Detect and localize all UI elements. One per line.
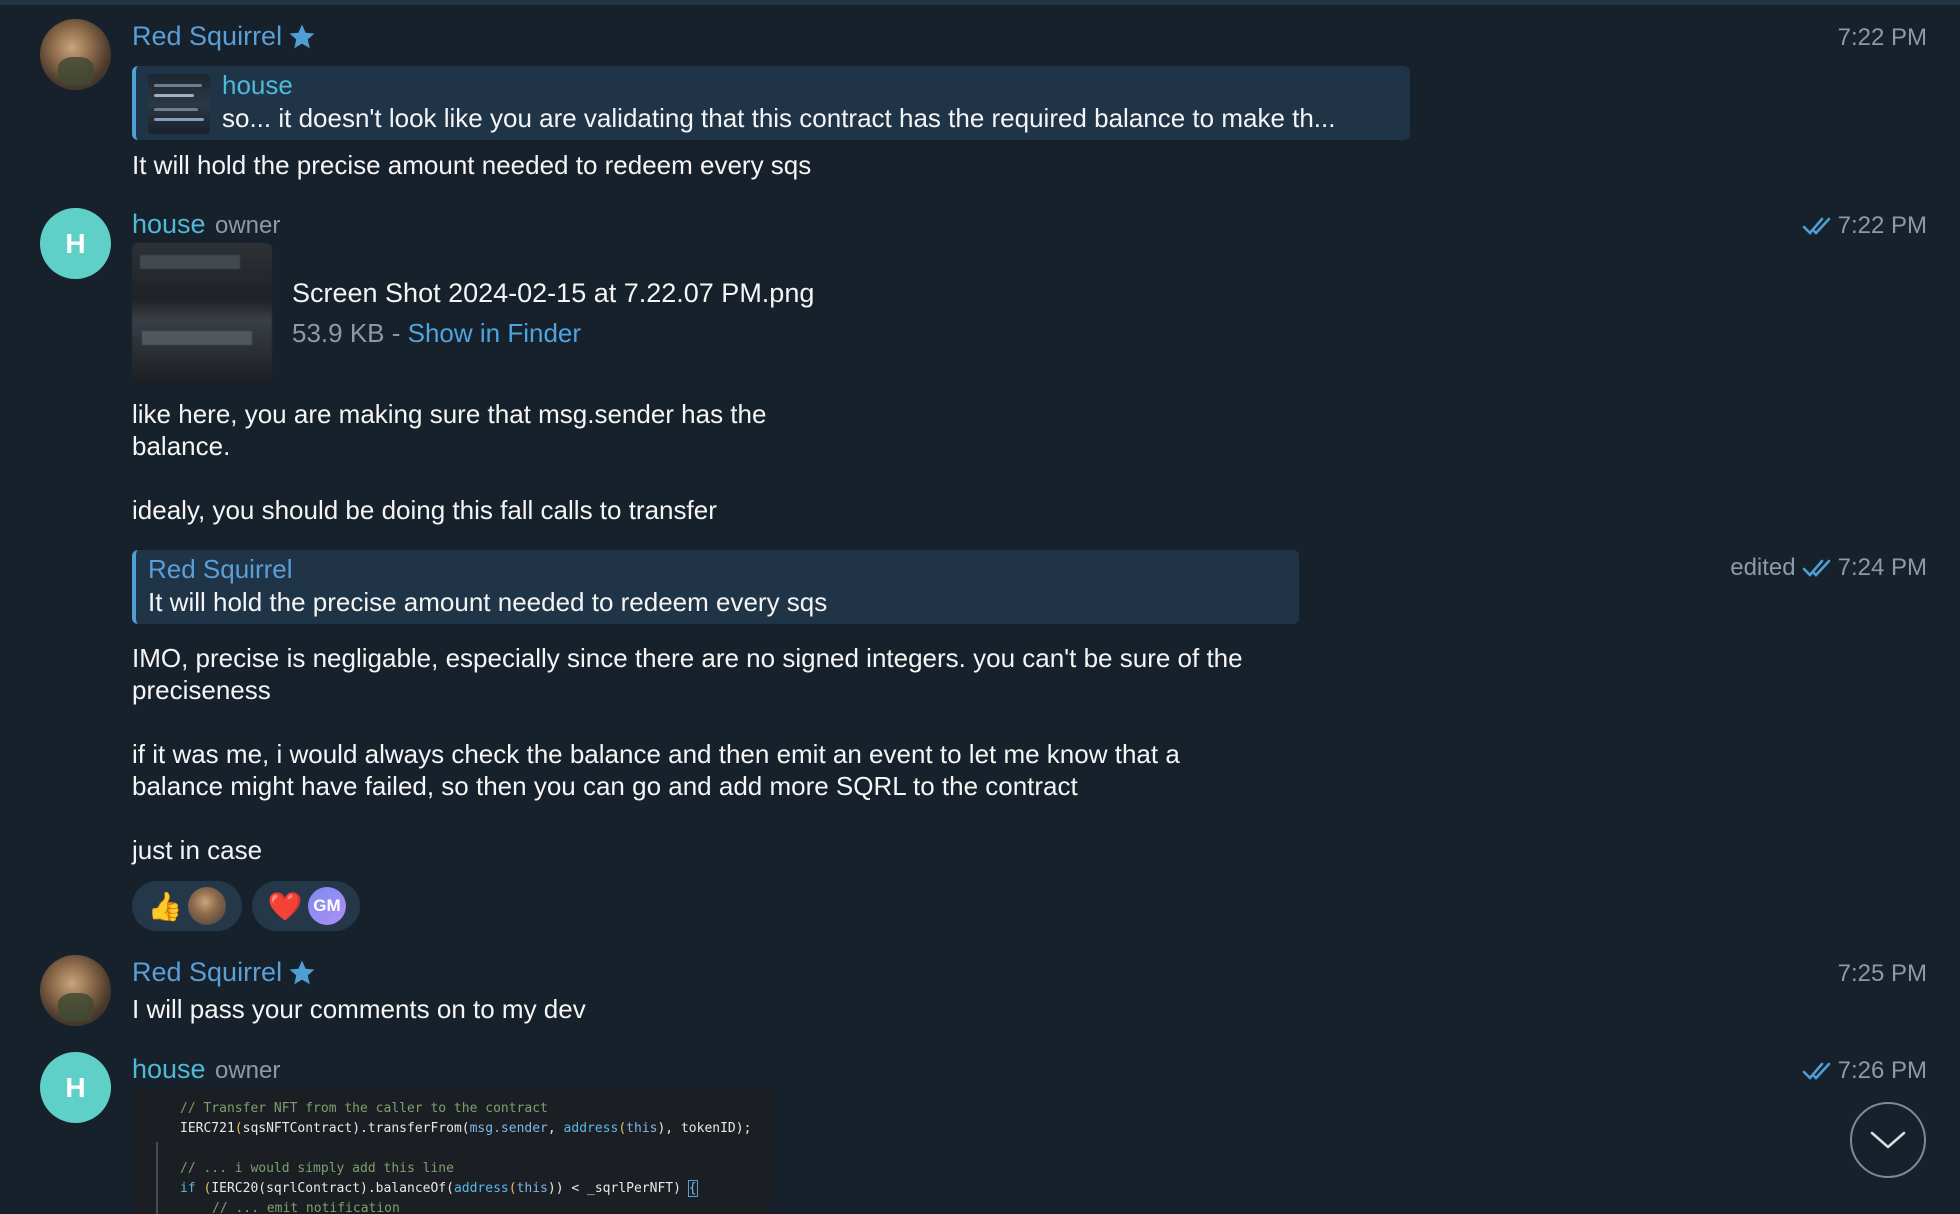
- avatar-house[interactable]: H: [40, 1052, 111, 1123]
- time-label: 7:22 PM: [1837, 212, 1927, 239]
- code-line: if (IERC20(sqrlContract).balanceOf(addre…: [180, 1180, 698, 1197]
- reply-text: so... it doesn't look like you are valid…: [222, 103, 1336, 133]
- chevron-down-icon: [1870, 1131, 1906, 1149]
- avatar-red-squirrel[interactable]: [40, 955, 111, 1026]
- file-meta: 53.9 KB - Show in Finder: [292, 318, 581, 349]
- edited-label: edited: [1730, 554, 1796, 581]
- role-badge: owner: [215, 1057, 281, 1084]
- message-time: edited 7:24 PM: [1730, 554, 1927, 582]
- code-line: // ... i would simply add this line: [180, 1161, 454, 1176]
- double-check-icon: [1802, 217, 1830, 235]
- avatar-red-squirrel[interactable]: [40, 19, 111, 90]
- heart-icon: ❤️: [267, 890, 303, 922]
- file-name[interactable]: Screen Shot 2024-02-15 at 7.22.07 PM.png: [292, 278, 814, 309]
- code-line: // Transfer NFT from the caller to the c…: [180, 1101, 548, 1116]
- time-label: 7:26 PM: [1837, 1057, 1927, 1084]
- reply-thumbnail: [148, 74, 210, 134]
- reaction-thumbs-up[interactable]: 👍: [132, 881, 242, 931]
- top-divider: [0, 0, 1960, 5]
- reply-quote[interactable]: Red Squirrel It will hold the precise am…: [132, 550, 1299, 624]
- time-label: 7:25 PM: [1837, 960, 1927, 987]
- show-in-finder-link[interactable]: Show in Finder: [408, 318, 581, 348]
- reaction-heart[interactable]: ❤️ GM: [252, 881, 360, 931]
- code-line: IERC721(sqsNFTContract).transferFrom(msg…: [180, 1121, 752, 1136]
- sender-name[interactable]: Red Squirrel: [132, 21, 282, 52]
- message-time: 7:26 PM: [1802, 1057, 1927, 1085]
- star-icon: [289, 960, 315, 985]
- reaction-avatar: GM: [308, 887, 346, 925]
- file-thumbnail[interactable]: [132, 243, 272, 383]
- code-line: // ... emit notification: [212, 1201, 400, 1214]
- reply-quote[interactable]: house so... it doesn't look like you are…: [132, 66, 1410, 140]
- reaction-avatar: [188, 887, 226, 925]
- message-time: 7:22 PM: [1802, 212, 1927, 240]
- role-badge: owner: [215, 212, 281, 239]
- message-text: like here, you are making sure that msg.…: [132, 399, 767, 525]
- sender-name[interactable]: house: [132, 209, 206, 240]
- sender-name[interactable]: Red Squirrel: [132, 957, 282, 988]
- file-size: 53.9 KB: [292, 318, 385, 348]
- double-check-icon: [1802, 1062, 1830, 1080]
- message-text: IMO, precise is negligable, especially s…: [132, 643, 1243, 865]
- star-icon: [289, 24, 315, 49]
- reply-sender: Red Squirrel: [148, 554, 293, 584]
- double-check-icon: [1802, 559, 1830, 577]
- file-meta-separator: -: [384, 318, 408, 348]
- code-indent-guide: [156, 1142, 158, 1214]
- message-time: 7:25 PM: [1838, 960, 1927, 988]
- scroll-to-bottom-button[interactable]: [1850, 1102, 1926, 1178]
- reply-sender: house: [222, 70, 293, 100]
- avatar-house[interactable]: H: [40, 208, 111, 279]
- code-screenshot[interactable]: // Transfer NFT from the caller to the c…: [132, 1089, 772, 1214]
- message-text: I will pass your comments on to my dev: [132, 994, 586, 1024]
- message-text: It will hold the precise amount needed t…: [132, 150, 812, 180]
- thumbs-up-icon: 👍: [147, 890, 183, 922]
- reply-text: It will hold the precise amount needed t…: [148, 587, 828, 617]
- time-label: 7:22 PM: [1837, 24, 1927, 51]
- sender-name[interactable]: house: [132, 1054, 206, 1085]
- message-time: 7:22 PM: [1838, 24, 1927, 52]
- time-label: 7:24 PM: [1837, 554, 1927, 581]
